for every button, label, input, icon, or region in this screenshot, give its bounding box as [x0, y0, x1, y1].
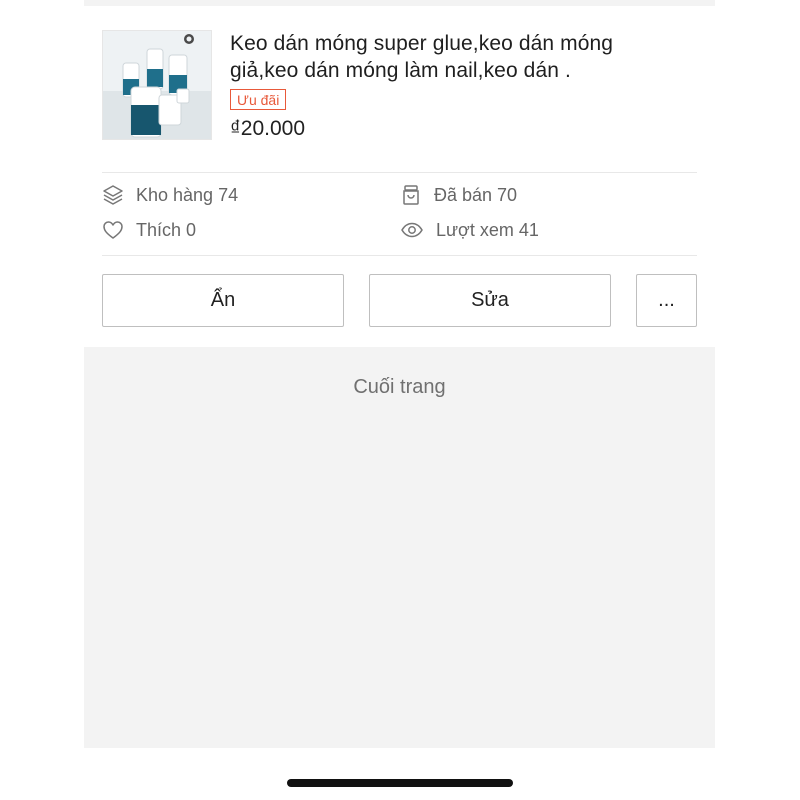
- product-stats: Kho hàng 74 Đã bán 70 Thích 0 Lượt xem 4…: [102, 184, 697, 254]
- layers-icon: [103, 185, 123, 205]
- end-of-page-text: Cuối trang: [353, 376, 446, 398]
- stat-views-label: Lượt xem 41: [436, 219, 539, 240]
- heart-icon: [103, 221, 123, 239]
- divider: [102, 255, 697, 256]
- stat-views: Lượt xem 41: [400, 219, 539, 241]
- product-price: ₫20.000: [230, 117, 306, 140]
- eye-icon: [401, 222, 423, 238]
- stat-likes: Thích 0: [102, 219, 196, 241]
- hide-button[interactable]: Ẩn: [102, 274, 344, 327]
- divider: [102, 172, 697, 173]
- product-info: Keo dán móng super glue,keo dán móng giả…: [230, 30, 670, 141]
- more-options-button[interactable]: ...: [636, 274, 697, 327]
- product-row[interactable]: Keo dán móng super glue,keo dán móng giả…: [102, 30, 697, 172]
- home-indicator[interactable]: [287, 779, 513, 787]
- stat-stock: Kho hàng 74: [102, 184, 238, 206]
- stat-sold-label: Đã bán 70: [434, 184, 518, 205]
- product-title[interactable]: Keo dán móng super glue,keo dán móng giả…: [230, 30, 670, 84]
- stat-sold: Đã bán 70: [400, 184, 517, 206]
- edit-button[interactable]: Sửa: [369, 274, 611, 327]
- screen: Keo dán móng super glue,keo dán móng giả…: [0, 0, 800, 800]
- action-buttons: Ẩn Sửa ...: [102, 274, 697, 329]
- stat-likes-label: Thích 0: [136, 219, 197, 240]
- product-thumbnail[interactable]: [102, 30, 212, 140]
- product-card: Keo dán móng super glue,keo dán móng giả…: [84, 6, 715, 347]
- promo-badge: Ưu đãi: [230, 89, 287, 110]
- box-icon: [403, 185, 419, 205]
- glue-bottles-image: [103, 31, 211, 139]
- page-end-area: Cuối trang: [84, 347, 715, 748]
- stat-stock-label: Kho hàng 74: [136, 184, 239, 205]
